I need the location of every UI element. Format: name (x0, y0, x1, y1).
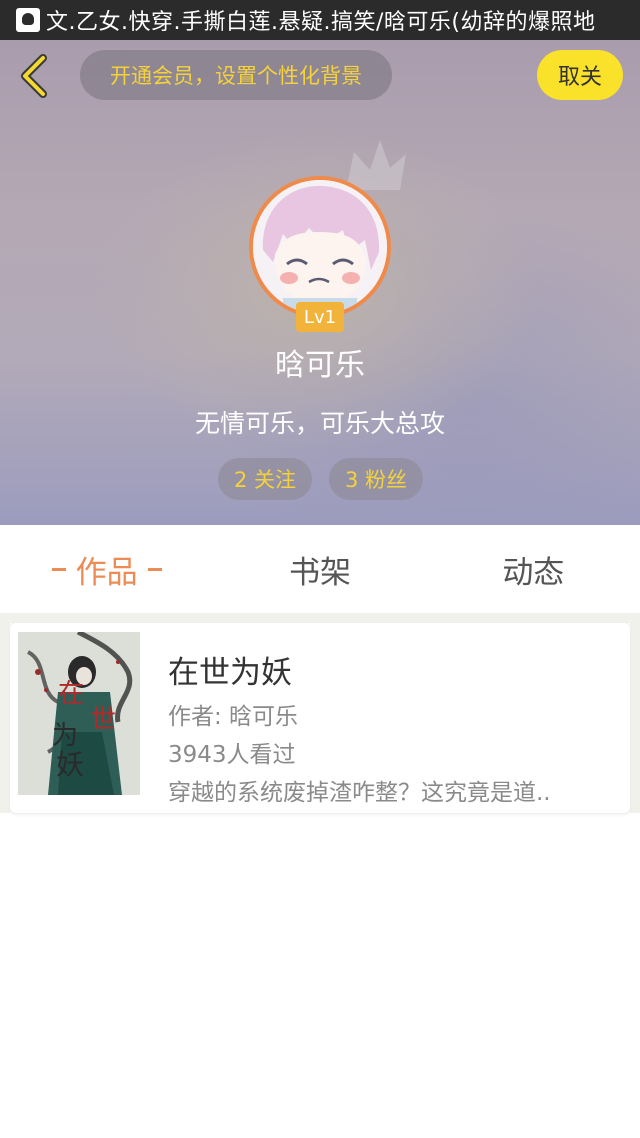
cover-char-4: 妖 (56, 748, 84, 781)
chevron-left-icon (21, 54, 47, 98)
unfollow-button[interactable]: 取关 (537, 50, 623, 100)
book-view-count: 3943人看过 (168, 742, 296, 768)
unfollow-label: 取关 (557, 65, 602, 90)
tab-works[interactable]: 作品 (0, 525, 213, 613)
section-divider (0, 613, 640, 623)
cover-char-2: 世 (90, 705, 116, 735)
level-badge: Lv1 (296, 302, 344, 332)
avatar[interactable] (249, 176, 391, 318)
level-label: Lv1 (303, 306, 337, 328)
book-author: 作者: 晗可乐 (168, 704, 299, 730)
cover-char-1: 在 (58, 679, 84, 709)
book-title[interactable]: 在世为妖 (168, 647, 292, 692)
work-list-item[interactable]: 在 世 为 妖 在世为妖 作者: 晗可乐 3943人看过 穿越的系统废掉渣咋整？… (10, 623, 630, 813)
tab-active-indicator-left (51, 567, 66, 571)
tab-bookshelf-label: 书架 (288, 554, 351, 591)
username: 晗可乐 (275, 348, 365, 383)
followers-count-button[interactable]: 3 粉丝 (329, 458, 423, 500)
book-cover-illustration: 在 世 为 妖 (18, 632, 140, 795)
back-button[interactable] (14, 54, 54, 98)
tab-activity-label: 动态 (502, 554, 565, 591)
card-gutter-right (630, 623, 640, 813)
book-description: 穿越的系统废掉渣咋整？这究竟是道.. (168, 780, 551, 806)
status-bar: 文.乙女.快穿.手撕白莲.悬疑.搞笑/晗可乐(幼辞的爆照地 (0, 0, 640, 40)
profile-header: 开通会员，设置个性化背景 取关 Lv1 晗可乐 无情可乐，可乐大总攻 2 关注 … (0, 40, 640, 525)
status-bar-title: 文.乙女.快穿.手撕白莲.悬疑.搞笑/晗可乐(幼辞的爆照地 (46, 10, 596, 35)
following-count-label: 2 关注 (233, 468, 297, 492)
cover-char-3: 为 (52, 721, 78, 751)
user-signature: 无情可乐，可乐大总攻 (194, 409, 445, 438)
profile-tabs: 作品 书架 动态 (0, 525, 640, 613)
avatar-illustration (253, 180, 387, 314)
member-prompt-label: 开通会员，设置个性化背景 (110, 64, 362, 88)
followers-count-label: 3 粉丝 (344, 468, 408, 492)
tab-active-indicator-right (147, 567, 162, 571)
book-cover[interactable]: 在 世 为 妖 (18, 632, 140, 795)
tab-bookshelf[interactable]: 书架 (213, 525, 426, 613)
member-background-prompt[interactable]: 开通会员，设置个性化背景 (80, 50, 392, 100)
tab-activity[interactable]: 动态 (427, 525, 640, 613)
following-count-button[interactable]: 2 关注 (218, 458, 312, 500)
notification-icon (16, 8, 40, 32)
card-gutter-left (0, 623, 10, 813)
tab-works-label: 作品 (75, 554, 138, 591)
